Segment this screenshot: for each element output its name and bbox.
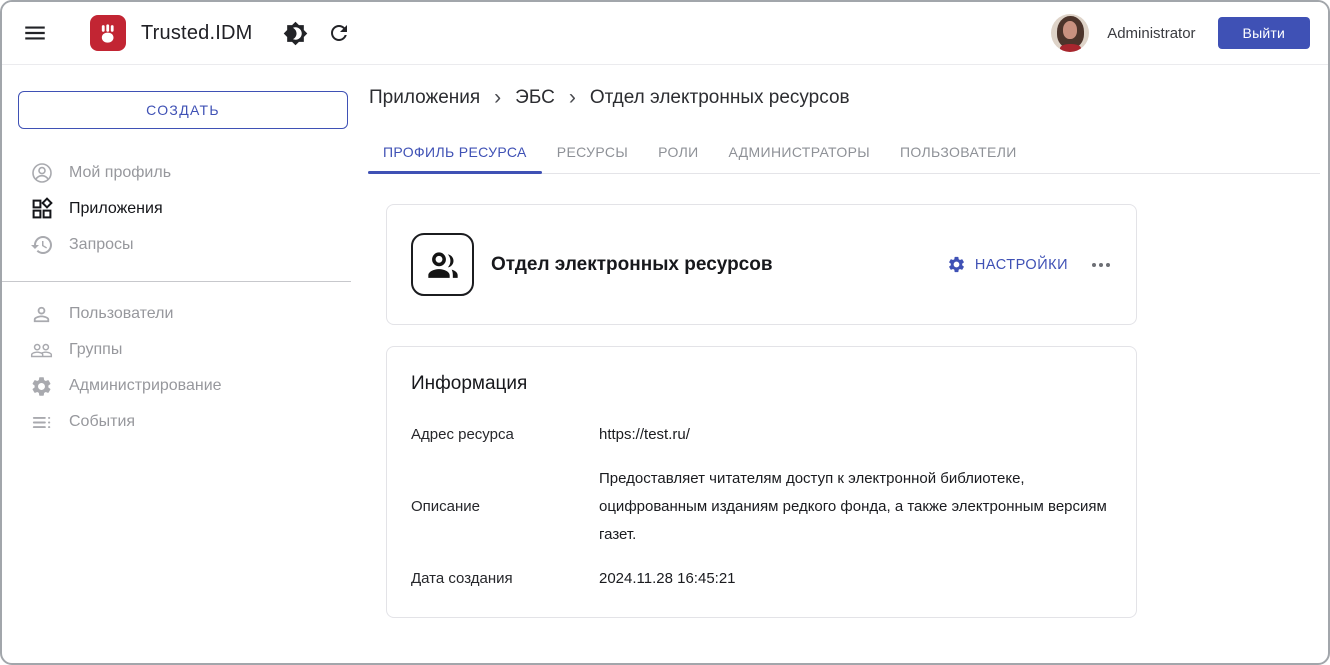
info-row-address: Адрес ресурса https://test.ru/: [411, 421, 1112, 449]
hamburger-menu-button[interactable]: [22, 20, 48, 46]
sidebar-item-groups[interactable]: Группы: [2, 332, 364, 368]
group-icon: [423, 245, 463, 285]
breadcrumb-item-current: Отдел электронных ресурсов: [590, 87, 850, 109]
theme-toggle-button[interactable]: [282, 20, 308, 46]
sidebar-item-users[interactable]: Пользователи: [2, 296, 364, 332]
info-value-description: Предоставляет читателям доступ к электро…: [599, 465, 1112, 549]
brand-name: Trusted.IDM: [141, 22, 252, 45]
sidebar-item-label: Пользователи: [69, 305, 173, 323]
sidebar: СОЗДАТЬ Мой профиль: [2, 65, 364, 663]
breadcrumb-item-applications[interactable]: Приложения: [369, 87, 480, 109]
resource-avatar: [411, 233, 474, 296]
user-avatar[interactable]: [1051, 14, 1089, 52]
sidebar-item-label: Запросы: [69, 236, 134, 254]
info-value-address: https://test.ru/: [599, 421, 690, 449]
info-label: Адрес ресурса: [411, 421, 599, 449]
gear-icon: [947, 255, 966, 274]
breadcrumb: Приложения › ЭБС › Отдел электронных рес…: [368, 87, 1320, 109]
brightness-toggle-icon: [283, 21, 308, 46]
tab-resources[interactable]: РЕСУРСЫ: [542, 132, 643, 173]
person-icon: [30, 302, 54, 326]
sidebar-item-requests[interactable]: Запросы: [2, 227, 364, 263]
topbar: Trusted.IDM Administrator Выйти: [2, 2, 1328, 65]
history-icon: [30, 233, 54, 257]
more-options-button[interactable]: [1090, 257, 1112, 273]
settings-button[interactable]: НАСТРОЙКИ: [947, 255, 1068, 274]
information-title: Информация: [411, 373, 1112, 395]
topbar-user-area: Administrator Выйти: [1051, 14, 1310, 52]
resource-header-card: Отдел электронных ресурсов НАСТРОЙКИ: [386, 204, 1137, 325]
more-horizontal-icon: [1092, 263, 1110, 267]
sidebar-item-label: Приложения: [69, 200, 163, 218]
avatar-art: [1060, 44, 1081, 52]
tab-roles[interactable]: РОЛИ: [643, 132, 713, 173]
info-row-description: Описание Предоставляет читателям доступ …: [411, 465, 1112, 549]
sidebar-item-label: События: [69, 413, 135, 431]
sidebar-item-my-profile[interactable]: Мой профиль: [2, 155, 364, 191]
info-value-created-date: 2024.11.28 16:45:21: [599, 565, 736, 593]
chevron-right-icon: ›: [569, 87, 576, 108]
sidebar-item-applications[interactable]: Приложения: [2, 191, 364, 227]
tab-resource-profile[interactable]: ПРОФИЛЬ РЕСУРСА: [368, 132, 542, 173]
sidebar-item-label: Группы: [69, 341, 122, 359]
logout-button[interactable]: Выйти: [1218, 17, 1310, 49]
sidebar-primary-nav: Мой профиль Приложения: [2, 155, 364, 263]
sidebar-item-label: Мой профиль: [69, 164, 171, 182]
settings-label: НАСТРОЙКИ: [975, 257, 1068, 273]
resource-title: Отдел электронных ресурсов: [491, 254, 773, 276]
app-window: Trusted.IDM Administrator Выйти СОЗДАТЬ: [0, 0, 1330, 665]
chevron-right-icon: ›: [494, 87, 501, 108]
sidebar-secondary-nav: Пользователи Группы Администрирование: [2, 296, 364, 440]
hamburger-icon: [22, 20, 48, 46]
information-card: Информация Адрес ресурса https://test.ru…: [386, 346, 1137, 618]
account-circle-icon: [30, 161, 54, 185]
widgets-icon: [30, 197, 54, 221]
refresh-icon: [327, 21, 351, 45]
people-icon: [30, 338, 54, 362]
gear-icon: [30, 374, 54, 398]
resource-actions: НАСТРОЙКИ: [947, 255, 1112, 274]
sidebar-item-label: Администрирование: [69, 377, 222, 395]
avatar-art: [1063, 21, 1077, 38]
tab-administrators[interactable]: АДМИНИСТРАТОРЫ: [714, 132, 885, 173]
user-name: Administrator: [1107, 25, 1195, 42]
info-label: Описание: [411, 493, 599, 521]
breadcrumb-item-ebs[interactable]: ЭБС: [515, 87, 555, 109]
info-label: Дата создания: [411, 565, 599, 593]
info-row-created-date: Дата создания 2024.11.28 16:45:21: [411, 565, 1112, 593]
tab-bar: ПРОФИЛЬ РЕСУРСА РЕСУРСЫ РОЛИ АДМИНИСТРАТ…: [368, 132, 1320, 174]
main-content: Приложения › ЭБС › Отдел электронных рес…: [364, 65, 1328, 663]
sidebar-item-events[interactable]: События: [2, 404, 364, 440]
sidebar-item-administration[interactable]: Администрирование: [2, 368, 364, 404]
trusted-idm-logo-icon: [90, 15, 126, 51]
sidebar-divider: [2, 281, 351, 282]
create-button[interactable]: СОЗДАТЬ: [18, 91, 348, 129]
tab-users[interactable]: ПОЛЬЗОВАТЕЛИ: [885, 132, 1032, 173]
list-icon: [30, 410, 54, 434]
brand[interactable]: Trusted.IDM: [90, 15, 252, 51]
refresh-button[interactable]: [326, 20, 352, 46]
